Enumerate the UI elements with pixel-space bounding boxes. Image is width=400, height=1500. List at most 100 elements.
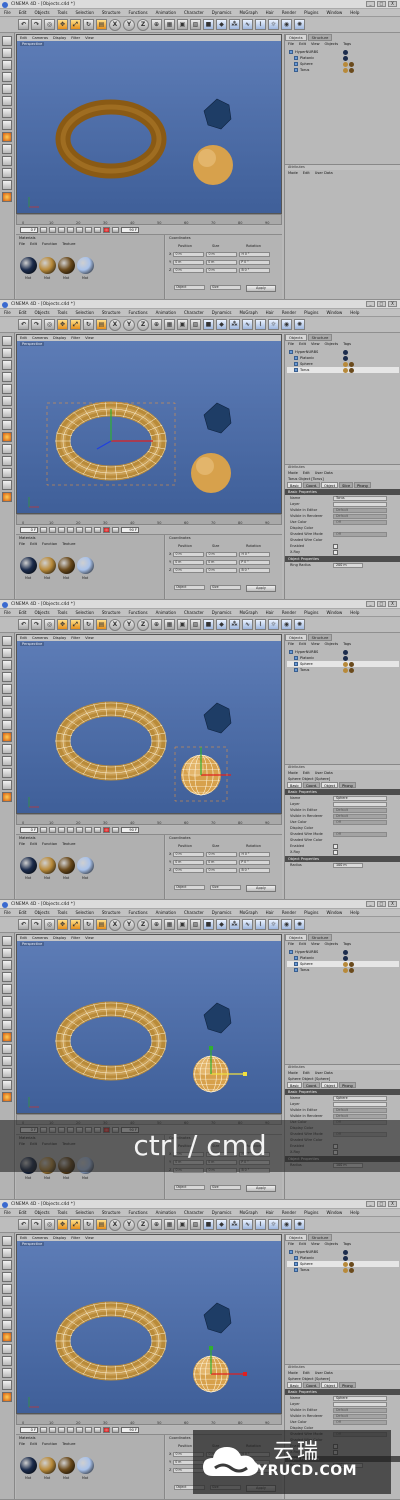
left-tool-11-button[interactable] [2, 456, 12, 466]
coord-rotation-field[interactable]: P 0 ° [239, 859, 271, 865]
undo-button[interactable]: ↶ [18, 1219, 29, 1230]
left-tool-11-button[interactable] [2, 156, 12, 166]
move-button[interactable]: ✥ [57, 319, 68, 330]
deformer-button[interactable]: ⌇ [255, 619, 266, 630]
rotate-button[interactable]: ↻ [83, 919, 94, 930]
render-settings-button[interactable]: ▧ [190, 619, 201, 630]
tab-structure[interactable]: Structure [307, 934, 333, 941]
auto-key-button[interactable] [112, 827, 119, 833]
coord-size-select[interactable]: Size [210, 1185, 241, 1190]
coord-rotation-field[interactable]: B 0 ° [239, 267, 271, 273]
auto-key-button[interactable] [112, 527, 119, 533]
material-tag-icon[interactable] [343, 667, 348, 673]
coord-position-field[interactable]: 0 m [173, 267, 205, 273]
menu-animation[interactable]: Animation [156, 1209, 176, 1216]
left-tool-13-button[interactable] [2, 180, 12, 190]
nurbs-button[interactable]: ◆ [216, 1219, 227, 1230]
record-button[interactable] [103, 1427, 110, 1433]
y-axis-lock-button[interactable]: Y [123, 18, 135, 31]
left-tool-8-button[interactable] [2, 120, 12, 130]
menu-objects[interactable]: Objects [34, 909, 49, 916]
left-tool-14-button[interactable] [2, 792, 12, 802]
deformer-button[interactable]: ⌇ [255, 919, 266, 930]
undo-button[interactable]: ↶ [18, 919, 29, 930]
z-axis-lock-button[interactable]: Z [137, 1218, 149, 1231]
material-menu-texture[interactable]: Texture [62, 241, 75, 247]
timeline-ruler[interactable]: 0 10 20 30 40 50 60 70 80 90 [16, 214, 282, 225]
menu-animation[interactable]: Animation [156, 9, 176, 16]
start-frame-field[interactable]: 0 F [20, 827, 38, 833]
coord-size-field[interactable]: 0 m [206, 867, 238, 873]
coord-mode-select[interactable]: Object [174, 885, 205, 890]
array-button[interactable]: ⁂ [229, 1219, 240, 1230]
menu-edit[interactable]: Edit [19, 309, 27, 316]
left-tool-6-button[interactable] [2, 996, 12, 1006]
left-tool-4-button[interactable] [2, 372, 12, 382]
menu-structure[interactable]: Structure [102, 1209, 121, 1216]
material-menu-file[interactable]: File [19, 241, 25, 247]
x-axis-lock-button[interactable]: X [109, 918, 121, 931]
attr-use-color-select[interactable]: Off [333, 519, 387, 525]
coord-rotation-field[interactable]: H 0 ° [239, 551, 271, 557]
next-key-button[interactable] [85, 1427, 92, 1433]
close-button[interactable]: X [388, 1201, 397, 1207]
undo-button[interactable]: ↶ [18, 19, 29, 30]
deformer-button[interactable]: ⌇ [255, 19, 266, 30]
left-tool-13-button[interactable] [2, 480, 12, 490]
left-tool-2-button[interactable] [2, 1248, 12, 1258]
tab-structure[interactable]: Structure [307, 334, 333, 341]
minimize-button[interactable]: _ [366, 601, 375, 607]
coord-position-field[interactable]: 0 m [173, 259, 205, 265]
next-frame-button[interactable] [76, 227, 83, 233]
material-swatch[interactable] [77, 257, 94, 274]
minimize-button[interactable]: _ [366, 1, 375, 7]
menu-help[interactable]: Help [350, 609, 359, 616]
menu-objects[interactable]: Objects [34, 309, 49, 316]
platonic-object[interactable] [203, 1002, 232, 1034]
attr-tab-coord[interactable]: Coord. [302, 482, 321, 488]
left-tool-7-button[interactable] [2, 108, 12, 118]
menu-selection[interactable]: Selection [75, 9, 93, 16]
menu-render[interactable]: Render [282, 9, 296, 16]
material-menu-function[interactable]: Function [42, 541, 57, 547]
menu-selection[interactable]: Selection [75, 909, 93, 916]
left-tool-13-button[interactable] [2, 1080, 12, 1090]
attr-wire-mode-select[interactable]: Off [333, 531, 387, 537]
coord-size-field[interactable]: 0 m [206, 567, 238, 573]
left-tool-14-button[interactable] [2, 192, 12, 202]
object-menu-view[interactable]: View [311, 1241, 320, 1248]
material-menu-edit[interactable]: Edit [30, 1441, 37, 1447]
left-tool-8-button[interactable] [2, 1320, 12, 1330]
render-pic-button[interactable]: ▣ [177, 919, 188, 930]
menu-tools[interactable]: Tools [58, 609, 68, 616]
material-tag-icon[interactable] [349, 961, 354, 967]
nurbs-button[interactable]: ◆ [216, 619, 227, 630]
menu-functions[interactable]: Functions [128, 1209, 147, 1216]
coord-position-field[interactable]: 0 m [173, 567, 205, 573]
object-row-torus[interactable]: Torus [287, 367, 399, 373]
menu-mograph[interactable]: MoGraph [239, 909, 257, 916]
recent-button[interactable]: ▤ [96, 919, 107, 930]
menu-dynamics[interactable]: Dynamics [212, 309, 232, 316]
material-tag-icon[interactable] [349, 1267, 354, 1273]
prev-frame-button[interactable] [58, 227, 65, 233]
current-frame-field[interactable]: 90 F [121, 527, 139, 533]
object-row-torus[interactable]: Torus [287, 967, 399, 973]
material-tag-icon[interactable] [343, 61, 348, 67]
material-swatch[interactable] [58, 1457, 75, 1474]
attr-tab-phong[interactable]: Phong [339, 1082, 356, 1088]
object-menu-view[interactable]: View [311, 941, 320, 948]
menu-window[interactable]: Window [326, 309, 342, 316]
menu-objects[interactable]: Objects [34, 9, 49, 16]
menu-dynamics[interactable]: Dynamics [212, 9, 232, 16]
undo-button[interactable]: ↶ [18, 619, 29, 630]
menu-mograph[interactable]: MoGraph [239, 9, 257, 16]
menu-tools[interactable]: Tools [58, 909, 68, 916]
light-button[interactable]: ✺ [294, 919, 305, 930]
torus-object[interactable] [55, 1001, 167, 1081]
left-tool-11-button[interactable] [2, 1356, 12, 1366]
timeline-ruler[interactable]: 0 10 20 30 40 50 60 70 80 90 [16, 814, 282, 825]
left-tool-7-button[interactable] [2, 1308, 12, 1318]
attr-checkbox[interactable] [333, 849, 338, 855]
material-tag-icon[interactable] [343, 1267, 348, 1273]
